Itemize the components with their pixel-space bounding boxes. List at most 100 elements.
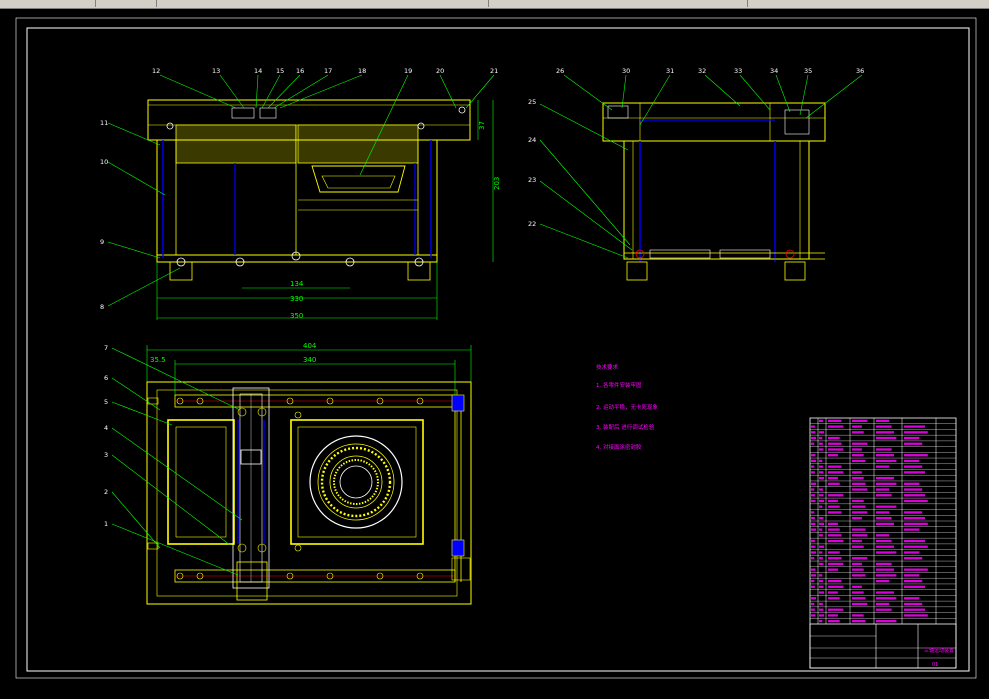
sheet-number: 01 (932, 662, 938, 668)
label-3: 3 (104, 451, 108, 459)
toolbar-segment[interactable] (0, 0, 96, 7)
table-cell-mark (876, 534, 890, 537)
table-cell-mark (819, 608, 824, 611)
table-cell-mark (904, 608, 925, 611)
table-cell-mark (819, 499, 825, 503)
label-30: 30 (622, 67, 630, 75)
label-13: 13 (212, 67, 220, 75)
table-cell-mark (811, 557, 815, 560)
table-cell-mark (819, 591, 825, 594)
label-23: 23 (528, 176, 536, 184)
table-cell-mark (876, 465, 890, 468)
table-cell-mark (811, 608, 815, 611)
table-cell-mark (819, 574, 823, 577)
table-cell-mark (904, 551, 920, 554)
table-cell-mark (828, 528, 840, 531)
table-cell-mark (852, 471, 862, 474)
table-cell-mark (819, 471, 824, 474)
table-cell-mark (828, 442, 842, 445)
note-3: 3. 装配后 进行调试检验 (596, 423, 655, 431)
table-cell-mark (828, 557, 842, 560)
table-cell-mark (904, 499, 928, 503)
table-cell-mark (811, 551, 817, 554)
label-18: 18 (358, 67, 366, 75)
table-cell-mark (811, 602, 815, 606)
table-cell-mark (904, 579, 923, 583)
table-cell-mark (876, 482, 897, 485)
label-8: 8 (100, 303, 104, 311)
plan-view (146, 381, 472, 605)
table-cell-mark (852, 614, 864, 617)
table-cell-mark (819, 619, 823, 623)
table-cell-mark (876, 619, 897, 623)
table-cell-mark (876, 516, 892, 520)
label-31: 31 (666, 67, 674, 75)
table-cell-mark (852, 476, 864, 480)
table-cell-mark (811, 442, 815, 445)
table-cell-mark (852, 442, 868, 445)
table-cell-mark (819, 551, 823, 554)
table-cell-mark (852, 619, 866, 623)
table-cell-mark (828, 619, 840, 623)
front-leaders (107, 74, 495, 307)
label-36: 36 (856, 67, 864, 75)
table-cell-mark (828, 482, 840, 485)
table-cell-mark (811, 516, 815, 520)
table-cell-mark (876, 545, 894, 548)
drawing-title: 三轴运动装置 (924, 647, 954, 654)
table-cell-mark (828, 471, 844, 474)
toolbar-segment[interactable] (492, 0, 748, 7)
cad-drawing-canvas[interactable]: 134 330 350 37 203 12 13 14 15 16 17 18 … (0, 8, 989, 695)
table-cell-mark (904, 494, 925, 497)
dim-330: 330 (290, 295, 303, 303)
table-cell-mark (828, 539, 844, 543)
table-cell-mark (819, 516, 824, 520)
table-cell-mark (819, 562, 824, 566)
outer-border (15, 17, 977, 679)
table-cell-mark (811, 499, 816, 503)
dim-37: 37 (478, 121, 486, 130)
table-cell-mark (828, 568, 838, 571)
table-cell-mark (811, 511, 815, 514)
table-cell-mark (852, 602, 868, 606)
table-cell-mark (828, 494, 844, 497)
table-cell-mark (811, 579, 815, 583)
label-15: 15 (276, 67, 284, 75)
table-cell-mark (819, 459, 823, 463)
table-cell-mark (852, 505, 866, 508)
table-cell-mark (876, 494, 892, 497)
table-cell-mark (828, 436, 840, 440)
table-cell-mark (904, 597, 920, 600)
table-cell-mark (904, 442, 923, 445)
table-cell-mark (811, 459, 817, 463)
table-cell-mark (904, 614, 928, 617)
table-cell-mark (819, 614, 825, 617)
table-cell-mark (819, 557, 823, 560)
table-cell-mark (904, 425, 925, 428)
table-cell-mark (819, 494, 824, 497)
label-16: 16 (296, 67, 304, 75)
table-cell-mark (904, 528, 920, 531)
table-cell-mark (828, 465, 842, 468)
label-7: 7 (104, 344, 108, 352)
label-33: 33 (734, 67, 742, 75)
table-cell-mark (828, 551, 840, 554)
table-cell-mark (876, 539, 892, 543)
table-cell-mark (876, 454, 894, 457)
table-cell-mark (876, 608, 892, 611)
table-cell-mark (852, 425, 862, 428)
table-cell-mark (811, 471, 815, 474)
table-cell-mark (904, 431, 928, 434)
toolbar-segment[interactable] (168, 0, 489, 7)
table-cell-mark (811, 528, 817, 531)
toolbar-segment[interactable] (96, 0, 157, 7)
table-cell-mark (876, 448, 892, 451)
table-cell-mark (876, 602, 890, 606)
table-cell-mark (819, 505, 823, 508)
side-view (602, 102, 826, 281)
table-cell-mark (819, 436, 823, 440)
label-21: 21 (490, 67, 498, 75)
table-cell-mark (828, 476, 838, 480)
table-cell-mark (876, 476, 894, 480)
label-1: 1 (104, 520, 108, 528)
